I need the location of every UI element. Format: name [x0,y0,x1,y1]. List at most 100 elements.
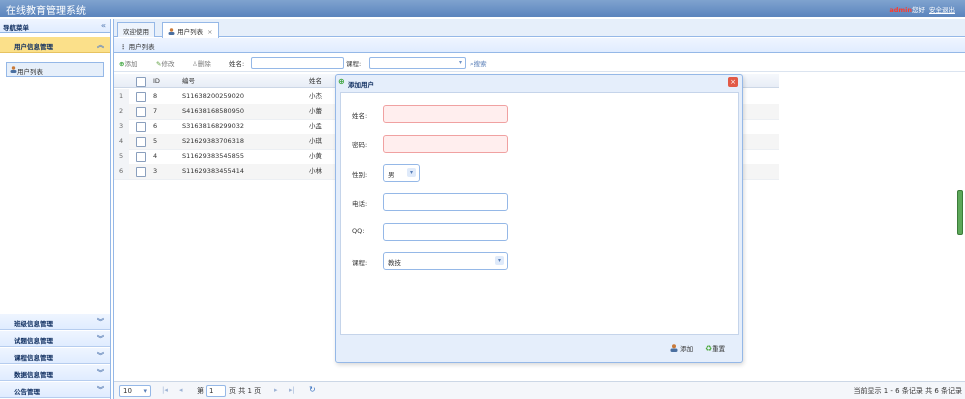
panel-title: 用户列表 [128,43,155,51]
close-dialog-icon[interactable]: × [728,77,738,87]
cell-id: 3 [153,167,158,175]
user-icon [10,66,17,73]
cell-name: 小黄 [309,152,322,160]
dialog-form: 姓名: 密码: 性别: 男 ▾ 电话: QQ: 课程: 教技 ▾ [340,92,739,335]
user-area: admin您好 安全退出 [889,4,955,14]
name-field[interactable] [383,105,508,123]
cell-code: S41638168580950 [182,107,245,115]
plus-circle-icon: ⊕ [338,77,345,86]
pager-summary: 当前显示 1 - 6 条记录 共 6 条记录 [853,387,962,395]
dialog-reset-button[interactable]: ♻重置 [705,343,725,353]
chevron-down-icon: ︾ [97,369,104,377]
row-checkbox[interactable] [136,137,146,147]
sidebar-group-questions[interactable]: 试题信息管理 ︾ [0,331,110,347]
sidebar-group-data[interactable]: 数据信息管理 ︾ [0,365,110,381]
tab-user-list[interactable]: 用户列表 × [162,22,219,38]
close-tab-icon[interactable]: × [207,28,212,36]
add-button[interactable]: ⊕添加 [119,58,137,68]
course-select[interactable]: 教技 ▾ [383,252,508,270]
next-page-icon[interactable]: ▸ [274,386,278,394]
row-checkbox[interactable] [136,107,146,117]
search-button[interactable]: ⌕搜索 [470,58,487,69]
collapse-sidebar-icon[interactable]: « [101,21,106,30]
sidebar-group-label: 数据信息管理 [14,371,53,379]
qq-field[interactable] [383,223,508,241]
add-button-label: 添加 [124,60,138,68]
refresh-icon[interactable]: ↻ [309,385,316,394]
cell-name: 小杰 [309,92,322,100]
edit-button[interactable]: ✎修改 [156,58,174,68]
page-size-select[interactable]: 10 ▾ [119,385,151,397]
password-field[interactable] [383,135,508,153]
row-checkbox[interactable] [136,92,146,102]
cell-name: 小琪 [309,137,322,145]
column-header-code: 编号 [182,77,195,85]
page-size-value: 10 [123,387,132,395]
row-number: 4 [114,134,129,149]
cell-id: 6 [153,122,158,130]
sidebar-group-user-info[interactable]: 用户信息管理 ︽ [0,37,110,53]
cell-id: 8 [153,92,158,100]
gender-label: 性别: [352,171,368,179]
row-checkbox[interactable] [136,167,146,177]
column-header-id: ID [153,77,160,85]
cell-name: 小孟 [309,122,322,130]
sidebar-group-label: 课程信息管理 [14,354,53,362]
chevron-down-icon: ︾ [97,386,104,394]
sidebar-group-label: 试题信息管理 [14,337,53,345]
sidebar-group-label: 用户信息管理 [14,43,53,51]
dialog-title-bar[interactable]: ⊕ 添加用户 [338,77,740,90]
scroll-indicator[interactable] [957,190,963,235]
tab-label: 用户列表 [177,28,204,36]
last-page-icon[interactable]: ▸| [289,386,295,394]
add-user-dialog: ⊕ 添加用户 × 姓名: 密码: 性别: 男 ▾ 电话: QQ: 课程: 教技 … [335,74,743,363]
prev-page-icon[interactable]: ◂ [179,386,183,394]
sidebar-title: 导航菜单 [3,24,29,32]
user-add-icon [670,344,678,352]
pager: 10 ▾ |◂ ◂ 第 1 页 共 1 页 ▸ ▸| ↻ 当前显示 1 - 6 … [114,381,965,399]
first-page-icon[interactable]: |◂ [162,386,168,394]
phone-field[interactable] [383,193,508,211]
greeting-text: 您好 [912,6,925,14]
row-checkbox[interactable] [136,122,146,132]
name-label: 姓名: [352,112,368,120]
tab-welcome[interactable]: 欢迎使用 [117,22,155,37]
password-label: 密码: [352,141,368,149]
course-search-select[interactable]: ▾ [369,57,466,69]
toolbar: ⊕添加 ✎修改 ♙删除 姓名: 课程: ▾ ⌕搜索 [114,54,965,72]
logout-link[interactable]: 安全退出 [929,6,955,14]
chevron-down-icon: ︾ [97,352,104,360]
chevron-up-icon: ︽ [97,41,104,49]
select-all-checkbox[interactable] [136,77,146,87]
sidebar-group-label: 班级信息管理 [14,320,53,328]
dialog-footer: 添加 ♻重置 [340,337,739,359]
course-value: 教技 [388,259,401,267]
dialog-reset-label: 重置 [712,345,726,353]
sidebar-group-class[interactable]: 班级信息管理 ︾ [0,314,110,330]
delete-button[interactable]: ♙删除 [192,58,211,68]
phone-label: 电话: [352,200,368,208]
page-number-input[interactable]: 1 [206,385,226,397]
search-button-label: 搜索 [473,60,487,68]
dialog-add-button[interactable]: 添加 [670,343,693,353]
course-search-label: 课程: [346,60,362,68]
sidebar-group-course[interactable]: 课程信息管理 ︾ [0,348,110,364]
page-number-value: 1 [209,387,214,395]
panel-title-bar: ⋮ 用户列表 [114,38,965,53]
dialog-add-label: 添加 [680,345,694,353]
row-number: 1 [114,89,129,104]
sidebar-group-label: 公告管理 [14,388,40,396]
cell-code: S21629383706318 [182,137,245,145]
gender-value: 男 [388,171,395,179]
sidebar-group-notice[interactable]: 公告管理 ︾ [0,382,110,398]
row-checkbox[interactable] [136,152,146,162]
chevron-down-icon: ▾ [407,168,416,177]
row-number: 6 [114,164,129,179]
gender-select[interactable]: 男 ▾ [383,164,420,182]
sidebar-header: 导航菜单 « [0,19,110,33]
username: admin [889,6,912,14]
name-search-input[interactable] [251,57,344,69]
sidebar-item-user-list[interactable]: 用户列表 [6,62,104,77]
edit-button-label: 修改 [161,60,175,68]
cell-id: 4 [153,152,158,160]
